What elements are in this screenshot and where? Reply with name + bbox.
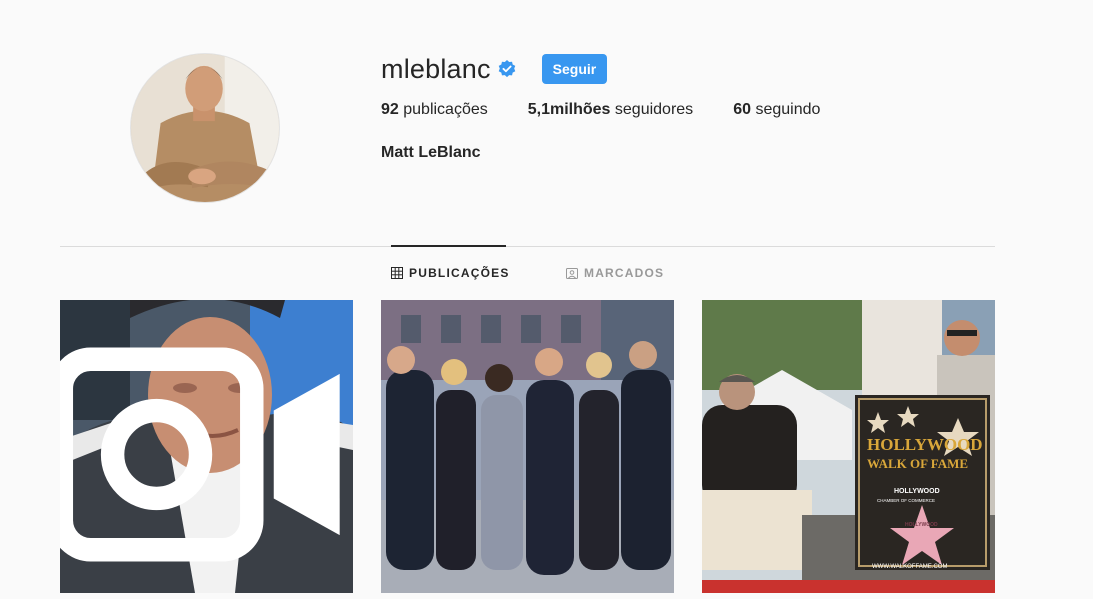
profile-stats: 92 publicações 5,1milhões seguidores 60 …	[381, 101, 860, 123]
tab-marcados[interactable]: MARCADOS	[566, 266, 664, 280]
tab-marcados-label: MARCADOS	[584, 266, 665, 280]
tab-publicacoes-label: PUBLICAÇÕES	[409, 266, 510, 280]
followers-label: seguidores	[614, 101, 694, 118]
posts-stat: 92 publicações	[381, 101, 488, 123]
sign-line3: HOLLYWOOD	[894, 488, 940, 495]
following-label: seguindo	[755, 101, 821, 118]
follow-button[interactable]: Seguir	[541, 54, 608, 84]
sign-url: WWW.WALKOFFAME.COM	[872, 564, 947, 570]
post-thumbnail[interactable]	[381, 300, 674, 593]
posts-count: 92	[381, 101, 399, 118]
active-tab-indicator	[391, 245, 506, 247]
tab-publicacoes[interactable]: PUBLICAÇÕES	[391, 266, 510, 280]
following-stat[interactable]: 60 seguindo	[733, 101, 820, 123]
post-thumbnail[interactable]	[60, 300, 353, 593]
username-row: mleblanc Seguir	[381, 52, 608, 86]
post-thumbnail[interactable]: HOLLYWOOD WALK OF FAME HOLLYWOOD CHAMBER…	[702, 300, 995, 593]
sign-line4: CHAMBER OF COMMERCE	[877, 498, 935, 503]
tagged-icon	[566, 268, 578, 279]
followers-count: 5,1milhões	[527, 101, 611, 118]
profile-avatar[interactable]	[130, 53, 280, 203]
video-icon	[60, 347, 340, 562]
followers-stat[interactable]: 5,1milhões seguidores	[528, 101, 693, 123]
tabs-divider	[60, 246, 995, 247]
profile-full-name: Matt LeBlanc	[381, 144, 481, 161]
sign-line1: HOLLYWOOD	[867, 435, 983, 454]
post-image-walk-of-fame: HOLLYWOOD WALK OF FAME HOLLYWOOD CHAMBER…	[702, 300, 995, 593]
sign-line2: WALK OF FAME	[867, 456, 968, 471]
grid-icon	[391, 267, 403, 279]
avatar-photo	[131, 54, 279, 202]
post-image-group	[381, 300, 674, 593]
profile-username: mleblanc	[381, 53, 491, 84]
posts-label: publicações	[403, 101, 488, 118]
sign-star-text: HOLLYWOOD	[905, 522, 938, 528]
verified-badge-icon	[498, 60, 515, 78]
following-count: 60	[733, 101, 751, 118]
